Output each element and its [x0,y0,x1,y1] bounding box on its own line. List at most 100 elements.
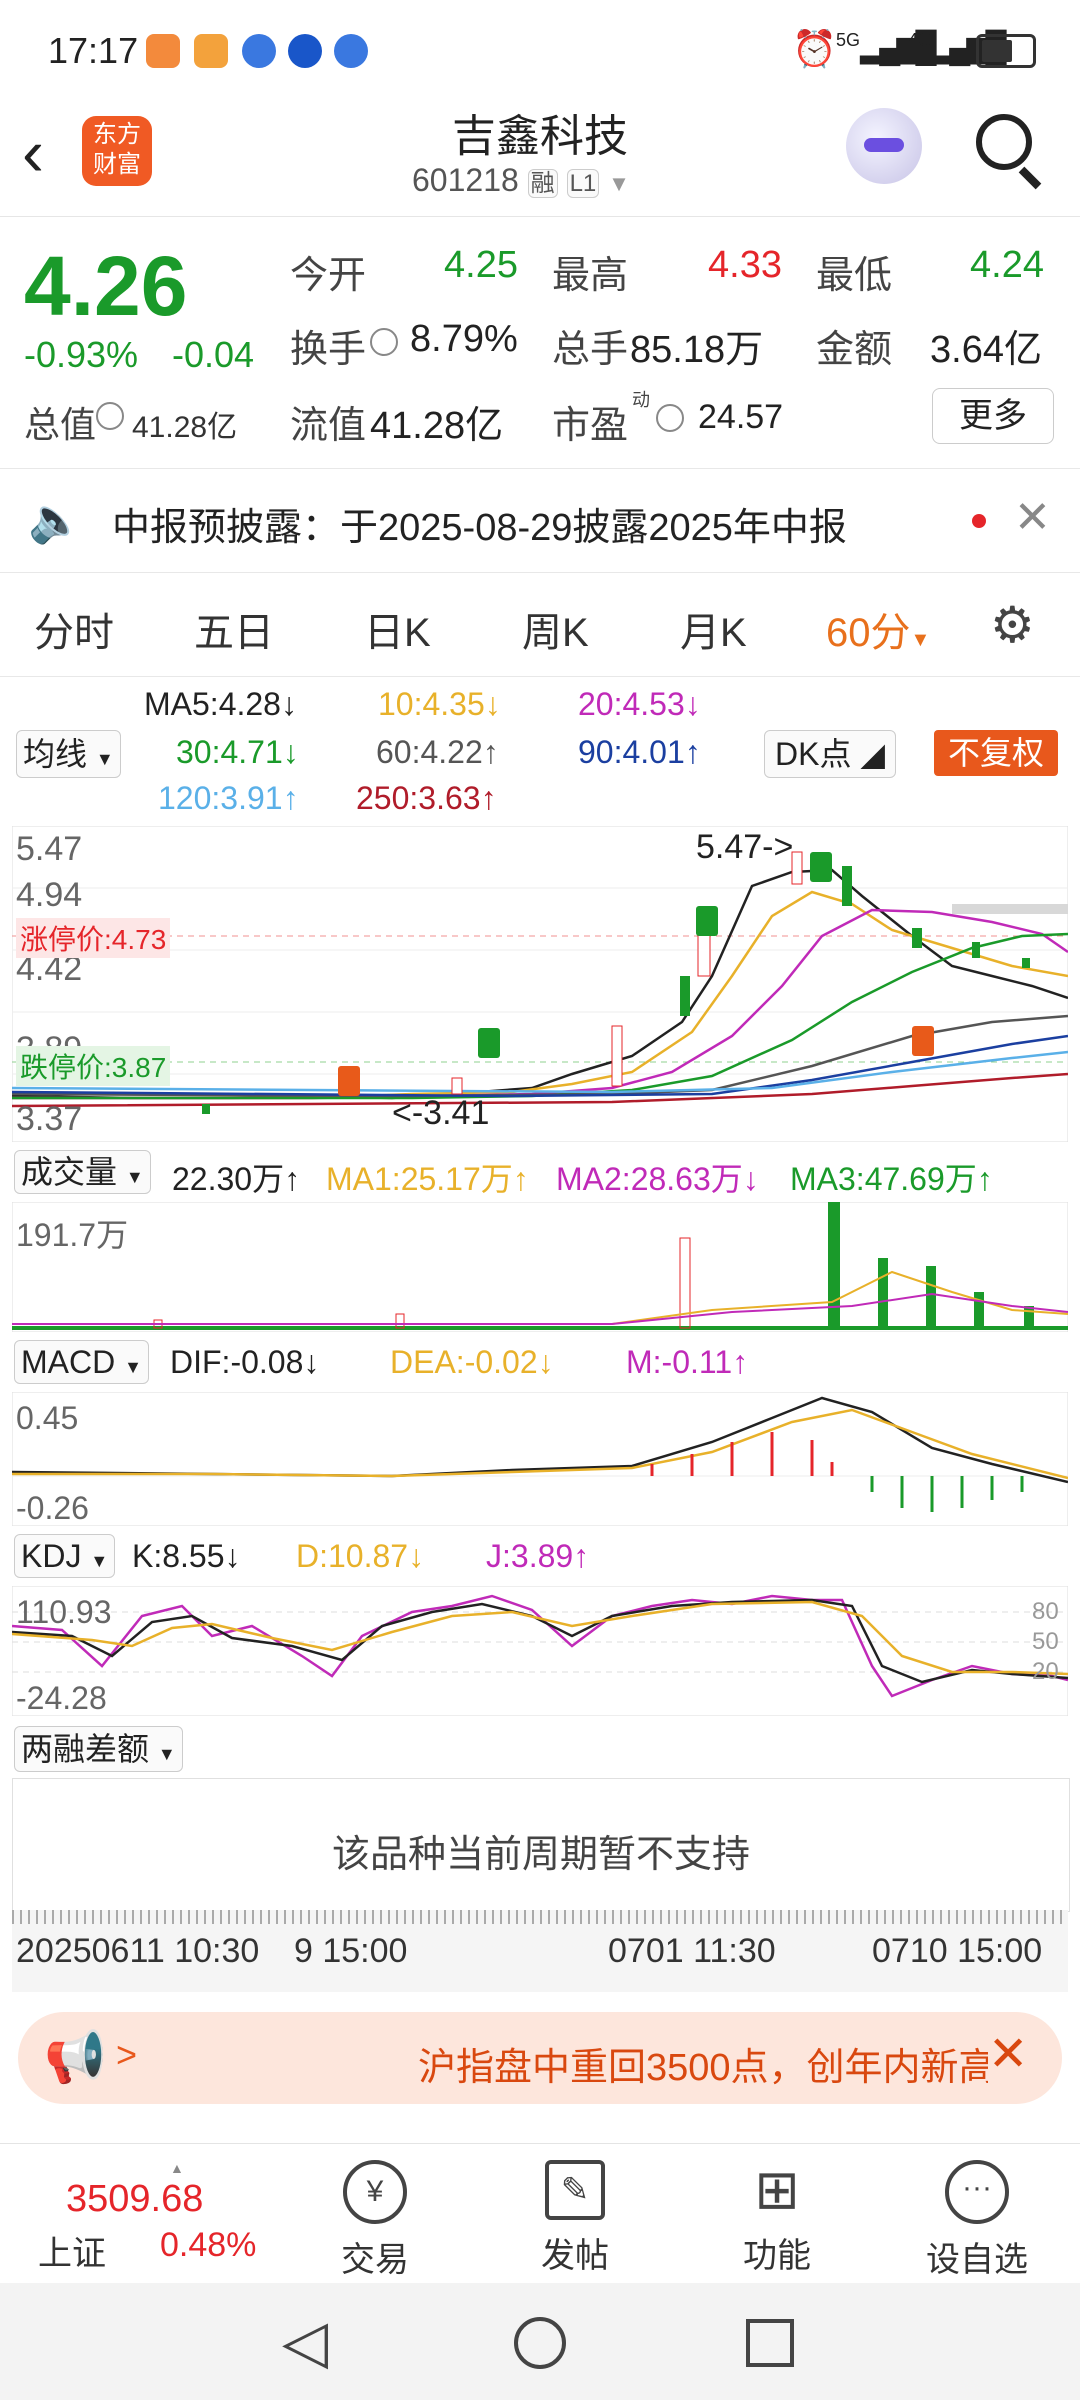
notification-icon [146,34,180,68]
status-time: 17:17 [48,30,139,71]
kdj-k: K:8.55↓ [132,1538,241,1574]
pe-sup: 动 [632,390,650,410]
macd-dif: DIF:-0.08↓ [170,1344,320,1380]
volume-selector[interactable]: 成交量 ▼ [14,1150,151,1194]
notice-bar[interactable]: 🔈 中报预披露：于2025-08-29披露2025年中报 ✕ [0,470,1080,570]
chevron-down-icon: ▼ [125,1167,144,1187]
notice-text: 中报预披露：于2025-08-29披露2025年中报 [112,507,847,549]
fq-button[interactable]: 不复权 [934,730,1059,776]
open-label: 今开 [290,255,367,297]
info-icon[interactable] [96,402,124,430]
trade-icon: ¥ [343,2160,407,2224]
margin-panel: 该品种当前周期暂不支持 [12,1778,1070,1912]
kdj-j: J:3.89↑ [486,1538,590,1574]
dk-button[interactable]: DK点 ◢ [764,730,896,778]
signal-5g: 5G [836,30,861,50]
turnover-label: 换手 [290,329,367,371]
home-icon[interactable] [514,2317,566,2369]
chevron-down-icon: ▼ [124,1357,142,1377]
index-value: 3509.68 [66,2178,204,2220]
nav-add-watchlist[interactable]: ··· 设自选 [912,2160,1042,2281]
index-name: 上证 [38,2235,106,2273]
tab-yuek[interactable]: 月K [680,600,747,658]
index-widget[interactable]: ▲ 3509.68 上证 0.48% [30,2160,280,2273]
more-button[interactable]: 更多 [932,388,1054,444]
nav-post[interactable]: ✎ 发帖 [510,2160,640,2277]
up-indicator-icon: ▲ [170,2160,184,2176]
info-icon[interactable] [370,328,398,356]
low-value: 4.24 [970,244,1044,286]
arrow-icon: > [116,2034,138,2075]
low-label: 最低 [816,255,893,297]
pe-value: 24.57 [698,398,784,436]
float-value: 41.28亿 [370,405,504,447]
tab-rik[interactable]: 日K [364,600,431,658]
tab-wuri[interactable]: 五日 [194,600,274,658]
gear-icon[interactable]: ⚙ [990,596,1035,654]
kdj-chart[interactable] [12,1586,1068,1716]
search-icon-handle [1018,166,1042,190]
rong-badge: 融 [527,169,558,198]
level-badge: L1 [566,169,600,198]
search-icon[interactable] [976,114,1032,170]
news-banner[interactable]: 📢 > 沪指盘中重回3500点，创年内新高 ✕ [18,2012,1062,2104]
stock-code: 601218 [412,162,519,198]
macd-chart[interactable] [12,1392,1068,1526]
margin-selector[interactable]: 两融差额 ▼ [14,1726,183,1772]
kdj-level-50: 50 [1032,1628,1059,1655]
robot-avatar[interactable] [846,108,922,184]
close-icon[interactable]: ✕ [1014,492,1051,543]
tab-zhouk[interactable]: 周K [522,600,589,658]
macd-bottom: -0.26 [16,1490,89,1526]
volume-ma3: MA3:47.69万↑ [790,1161,993,1197]
margin-message: 该品种当前周期暂不支持 [331,1834,750,1876]
notification-icon [194,34,228,68]
ma-legend: MA5:4.28↓ 10:4.35↓ 20:4.53↓ 均线 ▼ 30:4.71… [0,680,1080,830]
volume-chart[interactable] [12,1202,1068,1332]
ma10-value: 10:4.35↓ [378,686,501,722]
tab-fenshi[interactable]: 分时 [34,600,114,658]
open-value: 4.25 [444,244,518,286]
kdj-bottom: -24.28 [16,1680,107,1716]
ma-selector[interactable]: 均线 ▼ [16,730,121,778]
back-icon[interactable]: ◁ [282,2307,328,2377]
banner-text: 沪指盘中重回3500点，创年内新高 [418,2047,988,2089]
volume-header: 成交量 ▼ 22.30万↑ MA1:25.17万↑ MA2:28.63万↓ MA… [0,1146,1080,1198]
amount-label: 金额 [816,329,893,371]
volume-label: 总手 [552,329,629,371]
high-value: 4.33 [708,244,782,286]
mktcap-label: 总值 [24,404,97,445]
ma90-value: 90:4.01↑ [578,734,701,770]
kdj-selector[interactable]: KDJ ▼ [14,1534,116,1578]
time-label-3: 0710 15:00 [872,1932,1043,1970]
recents-icon[interactable] [746,2319,794,2367]
signal-4g: 4G [908,30,933,50]
low-marker: <-3.41 [392,1094,490,1132]
kdj-level-20: 20 [1032,1658,1059,1685]
megaphone-icon: 📢 [44,2029,107,2085]
high-label: 最高 [552,255,629,297]
time-label-0: 20250611 10:30 [16,1932,260,1970]
limit-up-label: 涨停价:4.73 [16,918,171,958]
time-label-1: 9 15:00 [294,1932,408,1970]
alarm-icon: ⏰ [792,28,837,69]
notification-icon [334,34,368,68]
amount-value: 3.64亿 [930,329,1042,371]
stock-code-row[interactable]: 601218 融 L1 ▼ [412,162,630,199]
nav-function[interactable]: ⊞ 功能 [712,2160,842,2277]
tab-60min[interactable]: 60分▼ [826,600,930,658]
ma5-value: MA5:4.28↓ [144,686,297,722]
y-label-0: 5.47 [16,830,83,868]
volume-current: 22.30万↑ [172,1161,301,1197]
ma60-value: 60:4.22↑ [376,734,499,770]
kdj-level-80: 80 [1032,1598,1059,1625]
volume-max: 191.7万 [16,1217,129,1253]
kline-chart[interactable] [12,826,1068,1142]
close-icon[interactable]: ✕ [988,2026,1028,2082]
info-icon[interactable] [656,404,684,432]
macd-selector[interactable]: MACD ▼ [14,1340,149,1384]
macd-top: 0.45 [16,1400,79,1436]
chevron-down-icon: ▼ [95,749,114,769]
nav-trade[interactable]: ¥ 交易 [310,2160,440,2281]
function-icon: ⊞ [754,2160,800,2220]
